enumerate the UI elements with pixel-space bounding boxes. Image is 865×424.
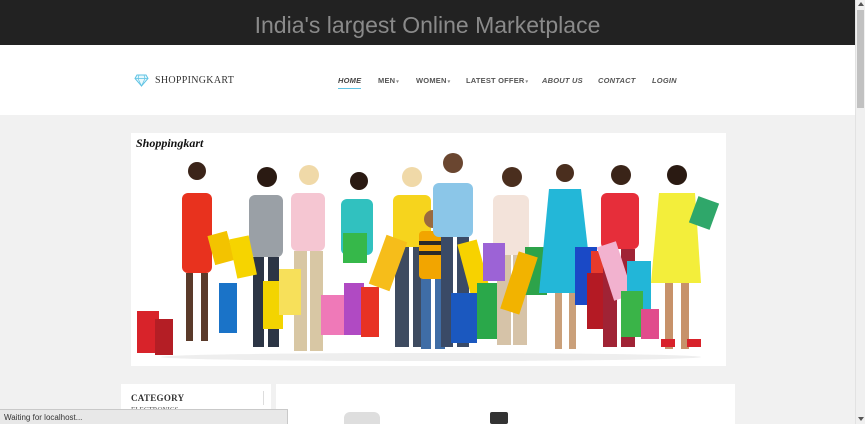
nav-latest-offer[interactable]: LATEST OFFER▾: [466, 76, 528, 85]
hero-banner[interactable]: Shoppingkart: [131, 133, 726, 366]
nav-contact-label: CONTACT: [598, 76, 636, 85]
scroll-down-icon[interactable]: [858, 417, 864, 421]
nav-latest-offer-label: LATEST OFFER: [466, 76, 525, 85]
caret-down-icon: ▾: [447, 79, 451, 85]
nav-home[interactable]: HOME: [338, 76, 362, 89]
nav-women[interactable]: WOMEN▾: [416, 76, 450, 85]
nav-contact[interactable]: CONTACT: [598, 76, 636, 85]
page-scrollbar[interactable]: [855, 0, 865, 424]
nav-about-us[interactable]: ABOUT US: [542, 76, 583, 85]
caret-down-icon: ▾: [525, 79, 529, 85]
nav-men[interactable]: MEN▾: [378, 76, 399, 85]
product-image-placeholder[interactable]: [344, 412, 380, 424]
nav-men-label: MEN: [378, 76, 396, 85]
site-header: SHOPPINGKART HOME MEN▾ WOMEN▾ LATEST OFF…: [0, 45, 855, 115]
top-banner: India's largest Online Marketplace: [0, 0, 855, 45]
product-area: [276, 384, 735, 424]
nav-home-label: HOME: [338, 76, 362, 85]
category-heading: CATEGORY: [131, 393, 185, 403]
active-underline: [338, 88, 362, 89]
nav-women-label: WOMEN: [416, 76, 447, 85]
product-image-placeholder[interactable]: [490, 412, 508, 424]
sidebar-divider: [263, 391, 264, 405]
logo-text: SHOPPINGKART: [155, 75, 235, 86]
diamond-icon: [134, 74, 149, 87]
site-tagline: India's largest Online Marketplace: [254, 12, 601, 38]
nav-about-us-label: ABOUT US: [542, 76, 583, 85]
scroll-up-icon[interactable]: [858, 2, 864, 6]
nav-login-label: LOGIN: [652, 76, 677, 85]
scroll-thumb[interactable]: [857, 10, 864, 108]
nav-login[interactable]: LOGIN: [652, 76, 677, 85]
shoppers-illustration: [137, 153, 720, 361]
site-logo[interactable]: SHOPPINGKART: [134, 74, 234, 87]
caret-down-icon: ▾: [396, 79, 399, 85]
status-bar: Waiting for localhost...: [0, 409, 288, 424]
